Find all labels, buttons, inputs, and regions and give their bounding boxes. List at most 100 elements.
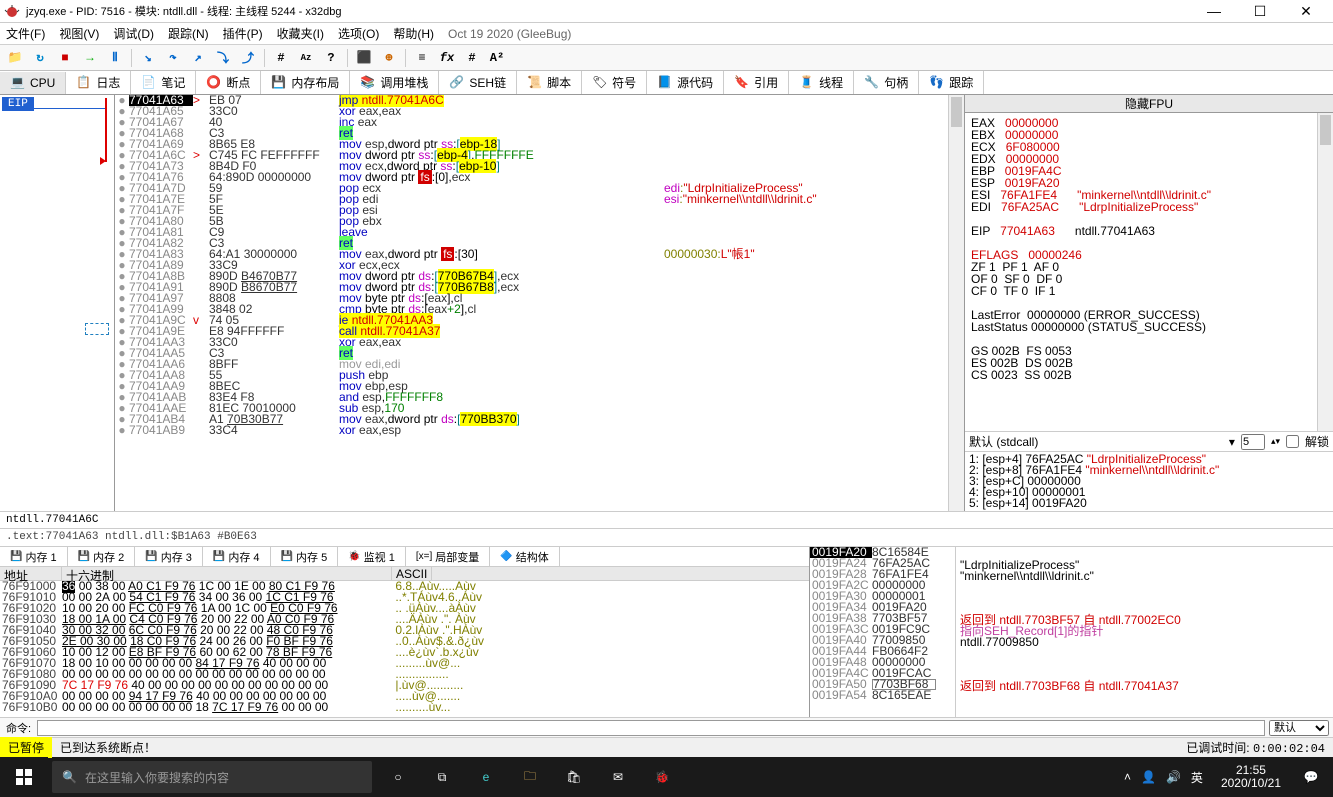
memtab-3[interactable]: 💾内存 4 [203,547,271,566]
jump-arrows-panel: EIP [0,95,115,511]
text-info: .text:77041A63 ntdll.dll:$B1A63 #B0E63 [0,529,1333,547]
search-icon: 🔍 [62,770,77,784]
tab-1[interactable]: 📋日志 [66,71,131,94]
tab-2[interactable]: 📄笔记 [131,71,196,94]
system-tray[interactable]: ˄ 👤 🔊 英 [1114,769,1213,786]
unlock-label: 解锁 [1305,433,1329,450]
callconv-label[interactable]: 默认 (stdcall) [969,433,1223,450]
jigsaw-icon[interactable]: ⬛ [353,48,375,68]
command-input[interactable] [37,720,1265,736]
tab-5[interactable]: 📚调用堆栈 [350,71,439,94]
step-icon[interactable]: ⤵ [212,48,234,68]
taskbar-search[interactable]: 🔍 在这里输入你要搜索的内容 [52,761,372,793]
volume-icon[interactable]: 🔊 [1166,770,1181,784]
bug-icon [4,3,20,19]
command-preset[interactable]: 默认 [1269,720,1329,736]
stack-info-panel[interactable]: "LdrpInitializeProcess""minkernel\\ntdll… [956,547,1333,717]
menu-item[interactable]: 视图(V) [59,25,99,42]
menu-item[interactable]: 帮助(H) [393,25,434,42]
command-label: 命令: [0,720,37,736]
target-icon[interactable]: ⊕ [378,48,400,68]
menu-item[interactable]: 文件(F) [6,25,45,42]
menu-item[interactable]: 收藏夹(I) [277,25,324,42]
tab-9[interactable]: 📘源代码 [647,71,724,94]
scrollbar[interactable] [948,95,964,511]
pause-icon[interactable]: Ⅱ [104,48,126,68]
window-titlebar: jzyq.exe - PID: 7516 - 模块: ntdll.dll - 线… [0,0,1333,23]
menu-bar: 文件(F) 视图(V) 调试(D) 跟踪(N) 插件(P) 收藏夹(I) 选项(O) 帮助(H… [0,23,1333,45]
fpu-header[interactable]: 隐藏FPU [965,95,1333,113]
ime-indicator[interactable]: 英 [1191,769,1203,786]
menu-item[interactable]: 调试(D) [113,25,154,42]
menu-item[interactable]: 跟踪(N) [168,25,209,42]
az-icon[interactable]: Az [295,48,317,68]
memtab-5[interactable]: 🐞监视 1 [338,547,406,566]
memtab-4[interactable]: 💾内存 5 [271,547,339,566]
tab-6[interactable]: 🔗SEH链 [439,71,517,94]
minimize-button[interactable]: — [1191,0,1237,22]
explorer-icon[interactable]: 🗀 [508,757,552,797]
tray-up-icon[interactable]: ˄ [1124,770,1131,784]
taskbar-clock[interactable]: 21:552020/10/21 [1213,764,1289,790]
run-icon[interactable]: → [79,48,101,68]
hash-icon[interactable]: # [270,48,292,68]
start-button[interactable] [0,757,48,797]
edge-icon[interactable]: e [464,757,508,797]
maximize-button[interactable]: ☐ [1237,0,1283,22]
memory-dump[interactable]: 76F9100036 00 38 00 A0 C1 F9 76 1C 00 1E… [0,581,809,717]
status-message: 已到达系统断点！ [60,739,1178,756]
cortana-icon[interactable]: ○ [376,757,420,797]
a-sup-icon[interactable]: A² [486,48,508,68]
memory-header: 地址 十六进制 ASCII [0,567,809,581]
mail-icon[interactable]: ✉ [596,757,640,797]
view-tabs: 💻CPU📋日志📄笔记⭕断点💾内存布局📚调用堆栈🔗SEH链📜脚本🏷符号📘源代码🔖引… [0,71,1333,95]
tab-11[interactable]: 🧵线程 [789,71,854,94]
stack-panel[interactable]: 0019FA208C16584E0019FA2476FA25AC0019FA28… [810,547,956,717]
x32dbg-icon[interactable]: 🐞 [640,757,684,797]
memtab-7[interactable]: 🔷结构体 [490,547,559,566]
registers-panel[interactable]: EAX 00000000EBX 00000000ECX 6F080000EDX … [965,113,1333,431]
tab-3[interactable]: ⭕断点 [196,71,261,94]
memtab-1[interactable]: 💾内存 2 [68,547,136,566]
menu-item[interactable]: 选项(O) [338,25,379,42]
tab-10[interactable]: 🔖引用 [724,71,789,94]
tab-12[interactable]: 🔧句柄 [854,71,919,94]
restart-icon[interactable]: ↻ [29,48,51,68]
tab-7[interactable]: 📜脚本 [517,71,582,94]
menu-item[interactable]: 插件(P) [223,25,263,42]
people-icon[interactable]: 👤 [1141,770,1156,784]
memory-tabs: 💾内存 1💾内存 2💾内存 3💾内存 4💾内存 5🐞监视 1[x=]局部变量🔷结… [0,547,809,567]
notification-icon[interactable]: 💬 [1289,757,1333,797]
step-over-icon[interactable]: ↷ [162,48,184,68]
tab-0[interactable]: 💻CPU [0,72,66,94]
info-bar: ntdll.77041A6C [0,511,1333,529]
unlock-checkbox[interactable] [1286,435,1299,448]
arg-count-input[interactable] [1241,434,1265,450]
call-convention-bar: 默认 (stdcall) ▾ ▴▾ 解锁 [965,431,1333,451]
toolbar: 📁 ↻ ■ → Ⅱ ↘ ↷ ↗ ⤵ ⤴ # Az ? ⬛ ⊕ ≡ fx # A² [0,45,1333,71]
stack-args-panel[interactable]: 1: [esp+4] 76FA25AC "LdrpInitializeProce… [965,451,1333,511]
tab-4[interactable]: 💾内存布局 [261,71,350,94]
status-paused: 已暂停 [0,737,52,758]
tab-8[interactable]: 🏷符号 [582,71,647,94]
list-icon[interactable]: ≡ [411,48,433,68]
open-icon[interactable]: 📁 [4,48,26,68]
step-out-icon[interactable]: ↗ [187,48,209,68]
tab-13[interactable]: 👣跟踪 [919,71,984,94]
store-icon[interactable]: 🛍 [552,757,596,797]
hash2-icon[interactable]: # [461,48,483,68]
memtab-6[interactable]: [x=]局部变量 [406,547,490,566]
memtab-2[interactable]: 💾内存 3 [135,547,203,566]
stop-icon[interactable]: ■ [54,48,76,68]
question-icon[interactable]: ? [320,48,342,68]
step2-icon[interactable]: ⤴ [237,48,259,68]
memtab-0[interactable]: 💾内存 1 [0,547,68,566]
window-title: jzyq.exe - PID: 7516 - 模块: ntdll.dll - 线… [26,3,1191,19]
disassembly-panel[interactable]: ●77041A63>EB 07jmp ntdll.77041A6C●77041A… [115,95,964,511]
close-button[interactable]: ✕ [1283,0,1329,22]
step-into-icon[interactable]: ↘ [137,48,159,68]
windows-taskbar: 🔍 在这里输入你要搜索的内容 ○ ⧉ e 🗀 🛍 ✉ 🐞 ˄ 👤 🔊 英 21:… [0,757,1333,797]
taskview-icon[interactable]: ⧉ [420,757,464,797]
status-bar: 已暂停 已到达系统断点！ 已调试时间: 0:00:02:04 [0,737,1333,757]
fx-icon[interactable]: fx [436,48,458,68]
